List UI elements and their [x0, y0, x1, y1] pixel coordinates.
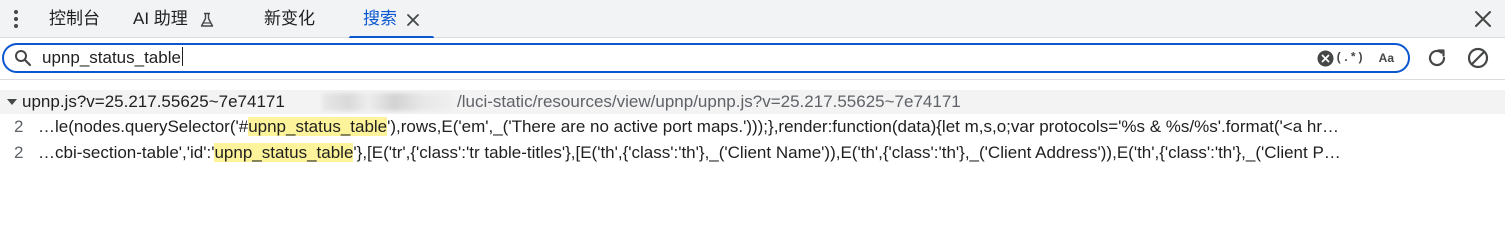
result-match-row[interactable]: 2 …le(nodes.querySelector('#upnp_status_… [0, 114, 1505, 140]
result-file-header[interactable]: upnp.js?v=25.217.55625~7e74171 /luci-sta… [0, 90, 1505, 114]
expand-triangle-icon[interactable] [7, 99, 17, 105]
match-before: …cbi-section-table','id':' [38, 143, 215, 162]
match-highlight: upnp_status_table [248, 117, 388, 136]
match-line-number: 2 [14, 117, 24, 136]
search-input[interactable]: upnp_status_table [42, 47, 1242, 69]
tab-search-label: 搜索 [363, 9, 397, 28]
result-file-path: /luci-static/resources/view/upnp/upnp.js… [457, 92, 961, 111]
result-file-name: upnp.js?v=25.217.55625~7e74171 [22, 92, 285, 111]
match-after: '),rows,E('em',_('There are no active po… [387, 117, 1340, 136]
clear-results-icon[interactable] [1466, 46, 1490, 70]
experiment-flask-icon [200, 12, 213, 27]
tab-whats-new-label: 新变化 [264, 9, 315, 28]
redacted-host [322, 93, 454, 111]
tab-search[interactable]: 搜索 [349, 0, 434, 39]
tab-ai-assistant[interactable]: AI 助理 [133, 0, 215, 38]
clear-search-icon[interactable] [1317, 50, 1334, 67]
tab-console[interactable]: 控制台 [49, 0, 100, 38]
more-options-icon[interactable] [8, 8, 24, 30]
match-after: '},[E('tr',{'class':'tr table-titles'},[… [353, 143, 1341, 162]
match-before: …le(nodes.querySelector('# [38, 117, 249, 136]
match-highlight: upnp_status_table [214, 143, 354, 162]
text-cursor [181, 47, 183, 66]
search-icon [15, 50, 32, 67]
close-drawer-icon[interactable] [1473, 9, 1493, 29]
search-results: upnp.js?v=25.217.55625~7e74171 /luci-sta… [0, 90, 1505, 166]
search-toolbar: upnp_status_table (.*) Aa [0, 38, 1505, 80]
match-snippet: …le(nodes.querySelector('#upnp_status_ta… [38, 114, 1501, 140]
tab-console-label: 控制台 [49, 9, 100, 28]
match-snippet: …cbi-section-table','id':'upnp_status_ta… [38, 140, 1501, 166]
regex-toggle-button[interactable]: (.*) [1335, 48, 1364, 68]
match-case-toggle-button[interactable]: Aa [1379, 48, 1394, 68]
close-tab-icon[interactable] [406, 13, 420, 27]
search-box[interactable]: upnp_status_table (.*) Aa [2, 43, 1410, 73]
match-line-number: 2 [14, 143, 24, 162]
drawer-tabbar: 控制台 AI 助理 新变化 搜索 [0, 0, 1505, 39]
tab-whats-new[interactable]: 新变化 [264, 0, 315, 38]
result-match-row[interactable]: 2 …cbi-section-table','id':'upnp_status_… [0, 140, 1505, 166]
search-query-text: upnp_status_table [42, 48, 181, 67]
refresh-icon[interactable] [1425, 46, 1449, 70]
tab-ai-assistant-label: AI 助理 [133, 9, 188, 28]
